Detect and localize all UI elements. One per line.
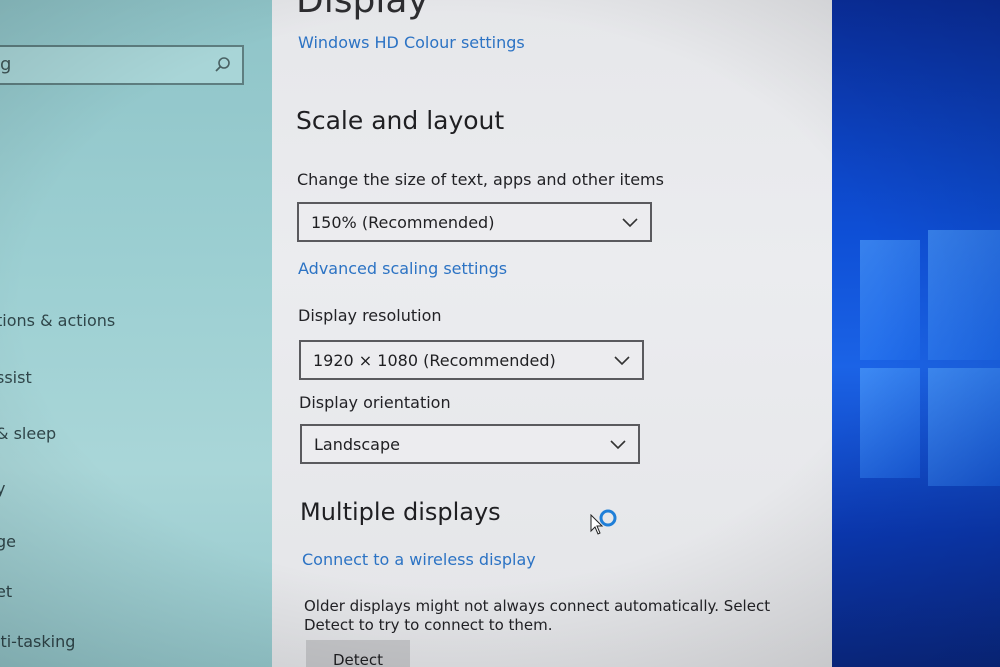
chevron-down-icon	[614, 356, 630, 366]
sidebar-item-focus-assist[interactable]: ssist	[0, 368, 32, 387]
chevron-down-icon	[622, 218, 638, 228]
sidebar-item-power-sleep[interactable]: & sleep	[0, 424, 56, 443]
sidebar-item-tablet[interactable]: et	[0, 582, 12, 601]
desktop-background	[820, 0, 1000, 667]
resolution-dropdown[interactable]: 1920 × 1080 (Recommended)	[299, 340, 644, 380]
windows-logo-pane	[928, 230, 1000, 360]
page-title: Display	[296, 0, 429, 21]
sidebar-item-battery[interactable]: y	[0, 479, 5, 498]
screen: g tions & actions ssist & sleep y ge et …	[0, 0, 1000, 667]
windows-logo-pane	[928, 368, 1000, 486]
windows-logo-pane	[860, 368, 920, 478]
mouse-pointer-icon	[590, 514, 604, 535]
search-input-value: g	[0, 54, 12, 75]
wireless-display-link[interactable]: Connect to a wireless display	[302, 550, 536, 569]
scale-layout-heading: Scale and layout	[296, 106, 505, 135]
sidebar-item-storage[interactable]: ge	[0, 532, 16, 551]
sidebar-item-multitasking[interactable]: lti-tasking	[0, 632, 75, 651]
sidebar-item-notifications[interactable]: tions & actions	[0, 311, 115, 330]
scale-dropdown[interactable]: 150% (Recommended)	[297, 202, 652, 242]
orientation-label: Display orientation	[299, 393, 451, 412]
settings-main-panel: Display Windows HD Colour settings Scale…	[272, 0, 832, 667]
text-size-label: Change the size of text, apps and other …	[297, 170, 664, 189]
scale-dropdown-value: 150% (Recommended)	[311, 213, 495, 232]
orientation-dropdown-value: Landscape	[314, 435, 400, 454]
search-input[interactable]: g	[0, 45, 244, 85]
resolution-label: Display resolution	[298, 306, 442, 325]
settings-sidebar: g tions & actions ssist & sleep y ge et …	[0, 0, 272, 667]
multiple-displays-heading: Multiple displays	[300, 498, 501, 526]
windows-logo-pane	[860, 240, 920, 360]
search-icon[interactable]	[214, 56, 232, 74]
hd-colour-settings-link[interactable]: Windows HD Colour settings	[298, 33, 525, 52]
detect-button[interactable]: Detect	[306, 640, 410, 667]
detect-description: Older displays might not always connect …	[304, 597, 771, 634]
advanced-scaling-link[interactable]: Advanced scaling settings	[298, 259, 507, 278]
orientation-dropdown[interactable]: Landscape	[300, 424, 640, 464]
resolution-dropdown-value: 1920 × 1080 (Recommended)	[313, 351, 556, 370]
chevron-down-icon	[610, 440, 626, 450]
